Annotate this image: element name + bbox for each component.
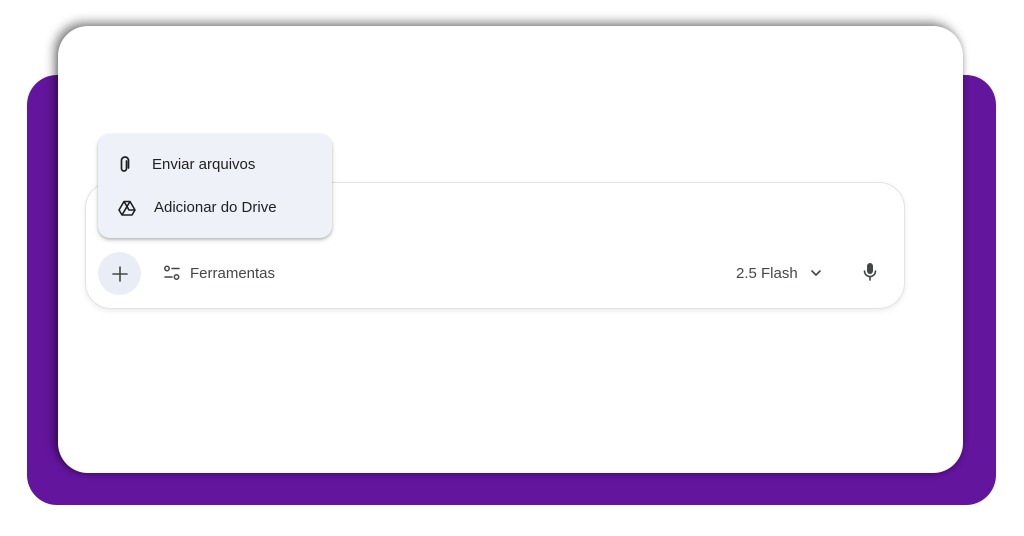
chevron-down-icon — [810, 267, 822, 279]
add-attachment-button[interactable] — [98, 252, 141, 295]
model-selector[interactable]: 2.5 Flash — [728, 256, 830, 290]
stage: Ferramentas 2.5 Flash Enviar arquivos Ad… — [0, 0, 1024, 536]
drive-icon — [118, 200, 136, 216]
tools-button[interactable]: Ferramentas — [157, 256, 281, 290]
paperclip-icon — [118, 155, 134, 174]
microphone-icon — [862, 262, 878, 282]
microphone-button[interactable] — [852, 254, 888, 290]
menu-item-upload-files[interactable]: Enviar arquivos — [98, 143, 332, 186]
plus-icon — [111, 265, 129, 283]
attachment-menu: Enviar arquivos Adicionar do Drive — [98, 134, 332, 238]
menu-item-add-from-drive[interactable]: Adicionar do Drive — [98, 186, 332, 229]
tools-sliders-icon — [163, 264, 181, 282]
menu-item-label: Enviar arquivos — [152, 156, 256, 173]
tools-label: Ferramentas — [190, 264, 276, 282]
model-label: 2.5 Flash — [736, 264, 798, 282]
menu-item-label: Adicionar do Drive — [154, 199, 277, 216]
